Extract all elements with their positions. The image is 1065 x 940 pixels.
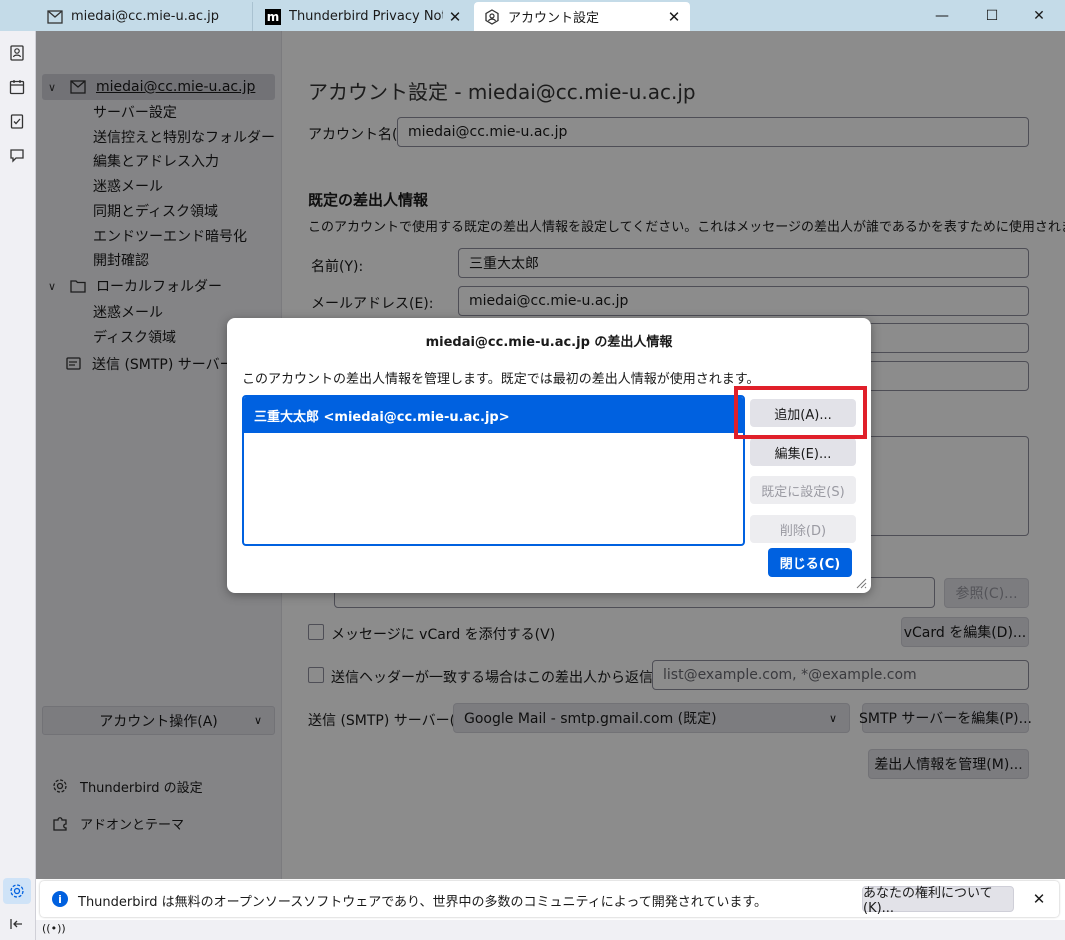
tab-mail[interactable]: miedai@cc.mie-u.ac.jp	[37, 2, 253, 31]
close-icon[interactable]: ✕	[662, 5, 686, 29]
tasks-icon[interactable]	[5, 109, 29, 133]
mail-icon	[47, 9, 63, 25]
resize-grip-icon[interactable]	[855, 577, 867, 589]
chat-icon[interactable]	[5, 143, 29, 167]
dialog-description: このアカウントの差出人情報を管理します。既定では最初の差出人情報が使用されます。	[242, 372, 760, 387]
tab-label: miedai@cc.mie-u.ac.jp	[71, 9, 219, 24]
settings-gear-icon[interactable]	[3, 878, 31, 904]
spaces-toolbar	[0, 0, 36, 940]
notification-text: Thunderbird は無料のオープンソースソフトウェアであり、世界中の多数の…	[78, 895, 768, 910]
calendar-icon[interactable]	[5, 75, 29, 99]
your-rights-button[interactable]: あなたの権利について(K)...	[862, 886, 1014, 916]
highlight-box	[734, 386, 867, 439]
identity-list-item[interactable]: 三重大太郎 <miedai@cc.mie-u.ac.jp>	[244, 397, 743, 433]
window-close-button[interactable]: ✕	[1016, 0, 1062, 31]
close-icon[interactable]: ✕	[1028, 888, 1050, 910]
notification-bar: i Thunderbird は無料のオープンソースソフトウェアであり、世界中の多…	[40, 881, 1059, 917]
tab-account-settings[interactable]: アカウント設定 ✕	[474, 2, 690, 31]
maximize-button[interactable]: ☐	[969, 0, 1015, 31]
close-icon[interactable]: ✕	[443, 5, 467, 29]
identities-dialog: miedai@cc.mie-u.ac.jp の差出人情報 このアカウントの差出人…	[227, 318, 871, 593]
tab-label: Thunderbird Privacy Notice —	[289, 9, 443, 24]
dialog-close-button[interactable]: 閉じる(C)	[768, 548, 852, 577]
delete-identity-button[interactable]: 削除(D)	[750, 515, 856, 543]
info-icon: i	[52, 891, 68, 907]
set-default-button[interactable]: 既定に設定(S)	[750, 476, 856, 504]
online-icon[interactable]: ((•))	[42, 922, 66, 935]
edit-identity-button[interactable]: 編集(E)...	[750, 438, 856, 466]
minimize-button[interactable]: —	[919, 0, 965, 31]
tab-label: アカウント設定	[508, 11, 600, 26]
mozilla-m-icon: m	[265, 8, 281, 25]
collapse-spaces-icon[interactable]	[5, 912, 29, 936]
dialog-title: miedai@cc.mie-u.ac.jp の差出人情報	[425, 335, 673, 350]
address-book-icon[interactable]	[5, 41, 29, 65]
tab-strip: miedai@cc.mie-u.ac.jp m Thunderbird Priv…	[0, 0, 1065, 31]
identity-list[interactable]: 三重大太郎 <miedai@cc.mie-u.ac.jp>	[242, 395, 745, 546]
status-bar: ((•))	[36, 920, 1065, 940]
tab-privacy-notice[interactable]: m Thunderbird Privacy Notice — ✕	[255, 2, 471, 31]
account-settings-icon	[484, 8, 500, 25]
